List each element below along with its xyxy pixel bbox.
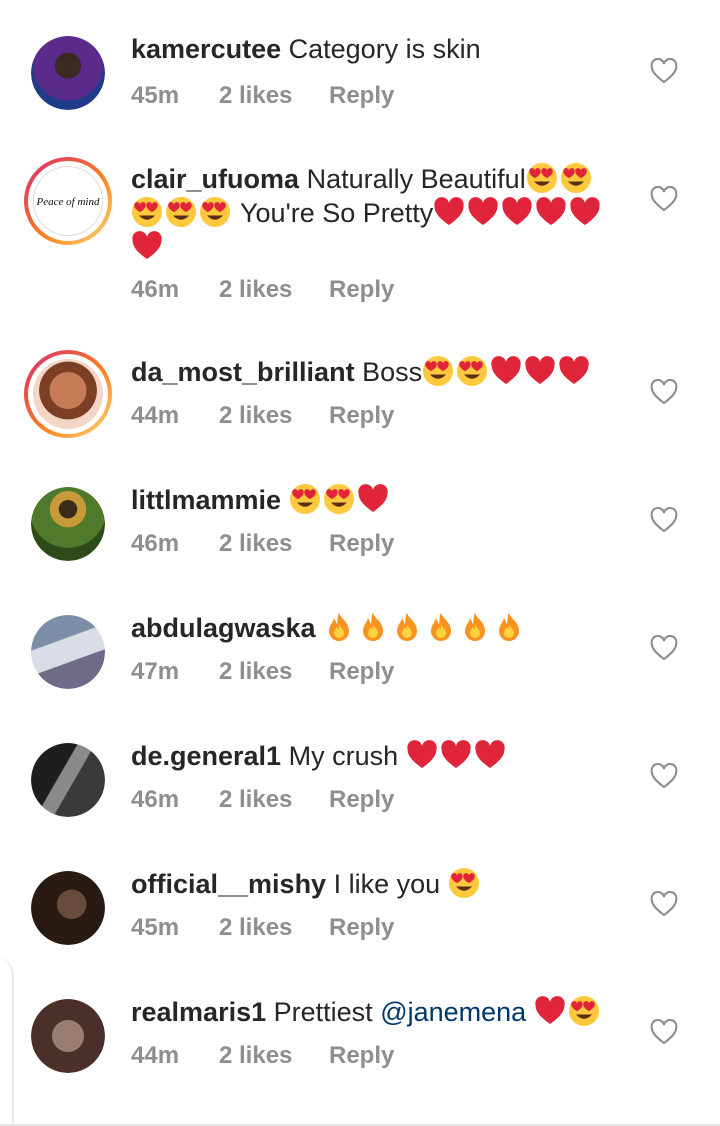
fire-emoji bbox=[465, 613, 486, 641]
emoji-group bbox=[323, 613, 527, 643]
comment-text-continued: You're So Pretty bbox=[233, 198, 434, 228]
heart-outline-icon[interactable] bbox=[650, 186, 678, 212]
comment-username[interactable]: littlmammie bbox=[131, 485, 281, 515]
comment-text: Category is skin bbox=[288, 34, 481, 64]
heart-eyes-emoji bbox=[423, 356, 454, 386]
heart-eyes-emoji bbox=[457, 356, 488, 386]
comment-likes[interactable]: 2 likes bbox=[219, 82, 292, 110]
red-heart-emoji bbox=[406, 740, 437, 768]
comment-username[interactable]: de.general1 bbox=[131, 741, 281, 771]
red-heart-emoji bbox=[357, 484, 388, 512]
comment-timestamp[interactable]: 44m bbox=[131, 402, 179, 430]
emoji-group bbox=[534, 996, 602, 1027]
comment-likes[interactable]: 2 likes bbox=[219, 276, 292, 304]
avatar[interactable]: Peace of mind bbox=[24, 157, 112, 245]
comment-likes[interactable]: 2 likes bbox=[219, 1042, 292, 1070]
fire-emoji bbox=[431, 613, 452, 641]
heart-eyes-emoji bbox=[200, 197, 230, 227]
red-heart-emoji bbox=[536, 197, 566, 225]
emoji-group bbox=[406, 740, 508, 771]
comment-text: I like you bbox=[333, 869, 441, 899]
heart-outline-icon[interactable] bbox=[650, 763, 678, 789]
red-heart-emoji bbox=[535, 996, 565, 1024]
heart-outline-icon[interactable] bbox=[650, 635, 678, 661]
heart-eyes-emoji bbox=[132, 197, 162, 227]
avatar[interactable] bbox=[31, 999, 105, 1073]
heart-outline-icon[interactable] bbox=[650, 58, 678, 84]
red-heart-emoji bbox=[525, 356, 555, 384]
avatar[interactable] bbox=[24, 350, 112, 438]
fire-emoji bbox=[363, 613, 384, 641]
avatar[interactable] bbox=[31, 487, 105, 561]
emoji-group bbox=[448, 868, 482, 899]
emoji-group bbox=[289, 484, 391, 515]
comment-username[interactable]: abdulagwaska bbox=[131, 613, 316, 643]
emoji-group bbox=[526, 163, 594, 194]
heart-eyes-emoji bbox=[568, 996, 599, 1026]
comment-username[interactable]: realmaris1 bbox=[131, 997, 266, 1027]
comment-likes[interactable]: 2 likes bbox=[219, 658, 292, 686]
comment-username[interactable]: clair_ufuoma bbox=[131, 164, 299, 194]
comment-timestamp[interactable]: 46m bbox=[131, 786, 179, 814]
reply-button[interactable]: Reply bbox=[329, 82, 394, 110]
comment-timestamp[interactable]: 47m bbox=[131, 658, 179, 686]
reply-button[interactable]: Reply bbox=[329, 530, 394, 558]
red-heart-emoji bbox=[474, 740, 505, 768]
reply-button[interactable]: Reply bbox=[329, 1042, 394, 1070]
avatar[interactable] bbox=[31, 743, 105, 817]
reply-button[interactable]: Reply bbox=[329, 914, 394, 942]
comment-timestamp[interactable]: 44m bbox=[131, 1042, 179, 1070]
comment-timestamp[interactable]: 46m bbox=[131, 530, 179, 558]
comment-text: Boss bbox=[362, 357, 423, 387]
comment-likes[interactable]: 2 likes bbox=[219, 530, 292, 558]
reply-button[interactable]: Reply bbox=[329, 658, 394, 686]
fire-emoji bbox=[499, 613, 520, 641]
heart-eyes-emoji bbox=[166, 197, 196, 227]
avatar[interactable] bbox=[31, 615, 105, 689]
comment-text: Naturally Beautiful bbox=[306, 164, 526, 194]
heart-eyes-emoji bbox=[448, 868, 479, 898]
reply-button[interactable]: Reply bbox=[329, 402, 394, 430]
heart-eyes-emoji bbox=[323, 484, 354, 514]
comment-likes[interactable]: 2 likes bbox=[219, 914, 292, 942]
comment-text: My crush bbox=[288, 741, 399, 771]
comment-username[interactable]: da_most_brilliant bbox=[131, 357, 355, 387]
emoji-group bbox=[131, 197, 233, 228]
comment-likes[interactable]: 2 likes bbox=[219, 402, 292, 430]
red-heart-emoji bbox=[132, 231, 162, 259]
comments-list: kamercutee Category is skin 45m 2 likes … bbox=[0, 0, 720, 1126]
heart-eyes-emoji bbox=[289, 484, 320, 514]
fire-emoji bbox=[397, 613, 418, 641]
comment-timestamp[interactable]: 46m bbox=[131, 276, 179, 304]
emoji-group bbox=[422, 356, 592, 387]
reply-button[interactable]: Reply bbox=[329, 276, 394, 304]
red-heart-emoji bbox=[559, 356, 589, 384]
red-heart-emoji bbox=[570, 197, 600, 225]
heart-outline-icon[interactable] bbox=[650, 891, 678, 917]
red-heart-emoji bbox=[502, 197, 532, 225]
heart-outline-icon[interactable] bbox=[650, 379, 678, 405]
avatar[interactable] bbox=[31, 36, 105, 110]
avatar[interactable] bbox=[31, 871, 105, 945]
red-heart-emoji bbox=[440, 740, 471, 768]
red-heart-emoji bbox=[434, 197, 464, 225]
red-heart-emoji bbox=[468, 197, 498, 225]
left-edge-decoration bbox=[0, 956, 14, 1126]
avatar-image-text: Peace of mind bbox=[33, 166, 103, 236]
mention-link[interactable]: @janemena bbox=[380, 997, 526, 1027]
heart-eyes-emoji bbox=[526, 163, 557, 193]
heart-eyes-emoji bbox=[560, 163, 591, 193]
heart-outline-icon[interactable] bbox=[650, 507, 678, 533]
comment-username[interactable]: official__mishy bbox=[131, 869, 326, 899]
fire-emoji bbox=[329, 613, 350, 641]
reply-button[interactable]: Reply bbox=[329, 786, 394, 814]
comment-likes[interactable]: 2 likes bbox=[219, 786, 292, 814]
comment-username[interactable]: kamercutee bbox=[131, 34, 281, 64]
red-heart-emoji bbox=[491, 356, 521, 384]
comment-text: Prettiest bbox=[273, 997, 373, 1027]
comment-timestamp[interactable]: 45m bbox=[131, 82, 179, 110]
heart-outline-icon[interactable] bbox=[650, 1019, 678, 1045]
comment-timestamp[interactable]: 45m bbox=[131, 914, 179, 942]
